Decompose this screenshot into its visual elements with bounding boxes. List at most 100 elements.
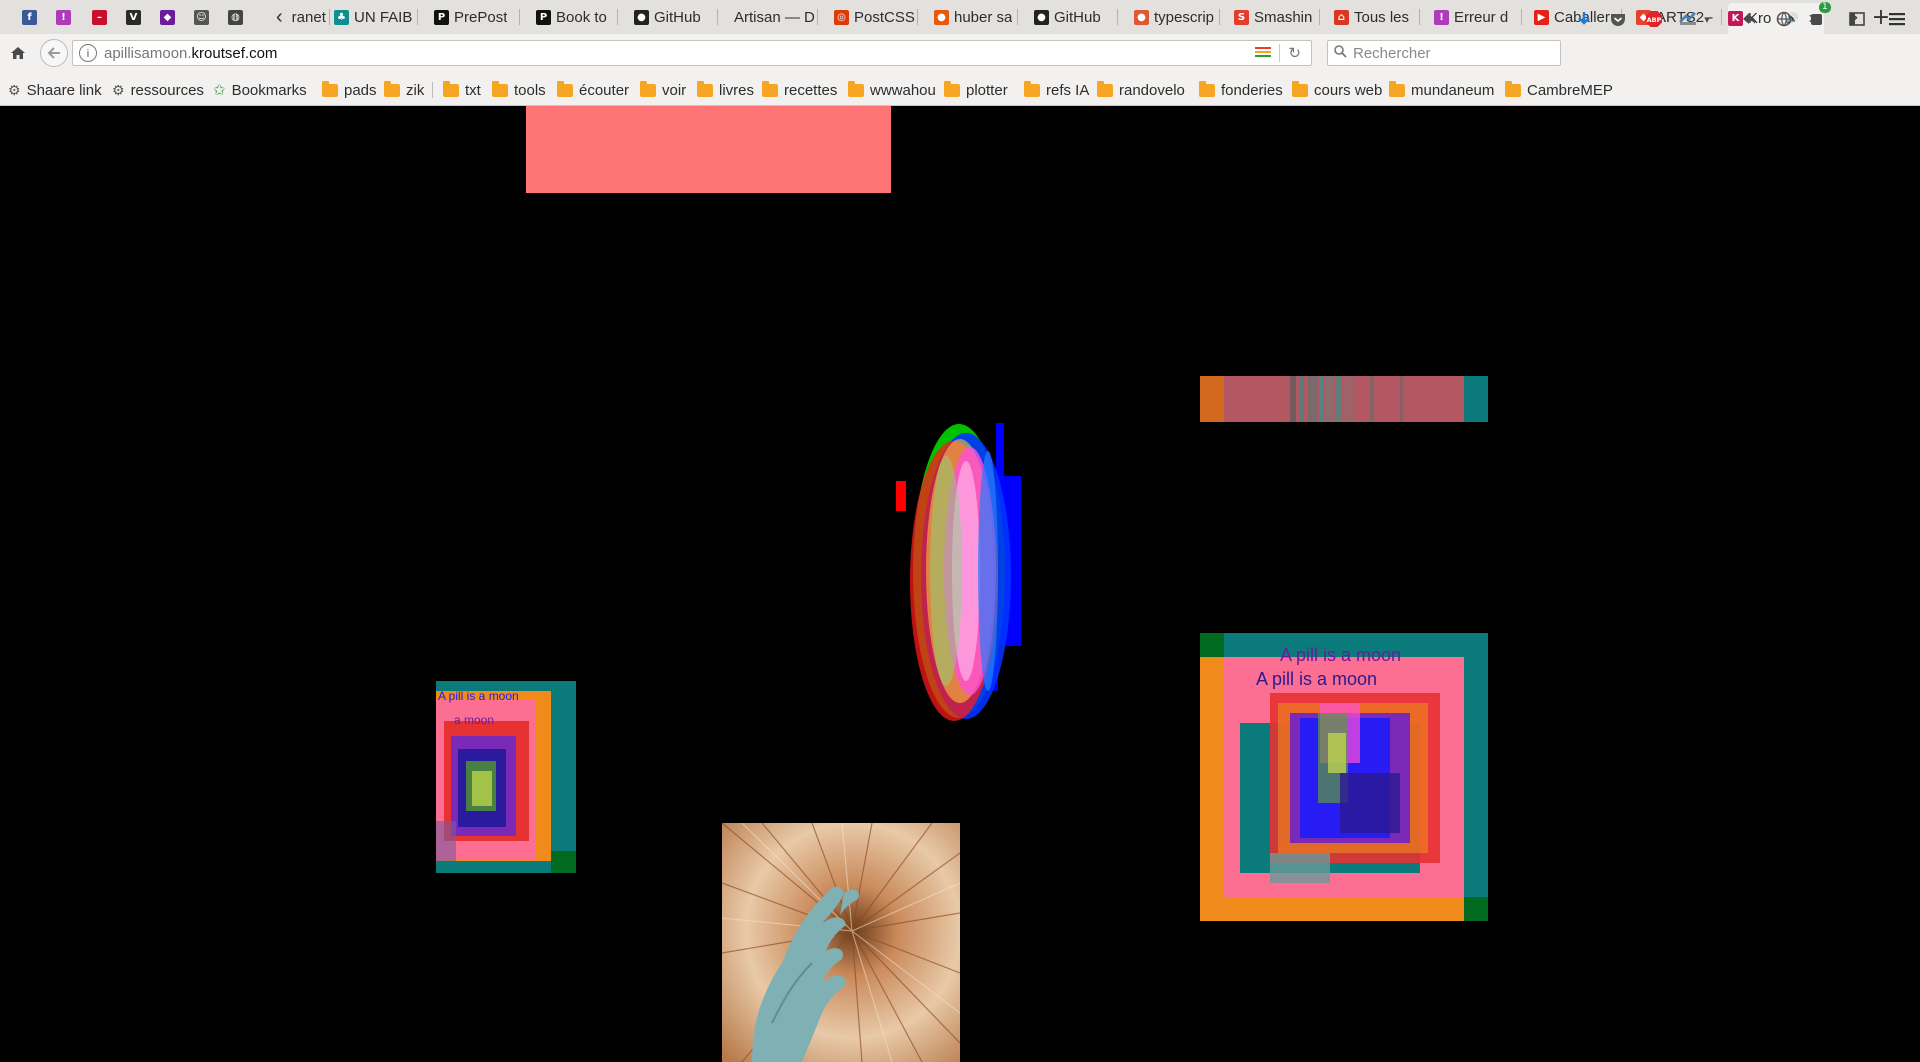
url-prefix: apillisamoon.	[104, 44, 192, 62]
share-icon[interactable]	[1738, 6, 1760, 32]
folder-icon	[322, 80, 338, 97]
download-icon[interactable]	[1573, 6, 1595, 32]
bookmark-item[interactable]: ✩ Bookmarks	[213, 81, 307, 100]
tab[interactable]: ◎ PostCSS	[834, 3, 918, 31]
tab[interactable]: ● huber sa	[934, 3, 1018, 31]
tab[interactable]: P Book to	[536, 3, 618, 31]
chevron-down-icon[interactable]: ▾	[1700, 6, 1714, 32]
separator	[1279, 44, 1281, 62]
bookmark-item[interactable]: mundaneum	[1389, 80, 1495, 99]
bookmark-item[interactable]: CambreMEP	[1505, 80, 1613, 99]
bookmark-item[interactable]: tools	[492, 80, 546, 99]
tab[interactable]: S Smashin	[1234, 3, 1320, 31]
robot-icon: ☺	[194, 9, 209, 25]
glitch-strip	[1200, 376, 1488, 422]
tab-bar: f! – V ◆ ☺ ◍ ‹ ranet ♣ UN FAIB P PrePost P Book to ● Gi…	[0, 0, 1920, 34]
notification-icon[interactable]: 1	[1807, 2, 1831, 32]
tab-title: UN FAIB	[354, 8, 413, 26]
tab[interactable]: Artisan — D	[734, 3, 818, 31]
smashing-icon: S	[1234, 9, 1249, 25]
folder-icon	[384, 80, 400, 97]
tab[interactable]: ⌂ Tous les	[1334, 3, 1420, 31]
bookmark-item[interactable]: cours web	[1292, 80, 1382, 99]
extension-icon[interactable]	[1677, 6, 1699, 32]
folder-icon	[1199, 80, 1215, 97]
site-info-icon[interactable]: i	[79, 44, 97, 62]
tab-title: Tous les	[1354, 8, 1410, 26]
bookmark-label: mundaneum	[1411, 81, 1495, 99]
v-icon: V	[126, 9, 141, 25]
bookmark-label: wwwahou	[870, 81, 936, 99]
bookmark-label: ressources	[130, 81, 204, 99]
tab[interactable]: ● typescrip	[1134, 3, 1220, 31]
reader-view-icon[interactable]	[1255, 47, 1272, 59]
bookmark-label: voir	[662, 81, 687, 99]
pill-graphic	[896, 421, 1026, 721]
circle-icon: ●	[934, 9, 949, 25]
pocket-icon[interactable]	[1607, 6, 1629, 32]
bookmarks-toolbar: ⚙ Shaare link ⚙ ressources ✩ Bookmarks pads zik…	[0, 74, 1920, 106]
duckduckgo-icon: ●	[1134, 9, 1149, 25]
bookmark-item[interactable]: ⚙ Shaare link	[8, 81, 102, 99]
tab[interactable]: ‹ ranet	[276, 3, 330, 31]
bookmark-label: pads	[344, 81, 377, 99]
search-placeholder: Rechercher	[1353, 44, 1431, 62]
bookmark-item[interactable]: wwwahou	[848, 80, 936, 99]
bookmark-item[interactable]: zik	[384, 80, 424, 99]
tab[interactable]: ☺	[194, 3, 212, 31]
bookmark-item[interactable]: ⚙ ressources	[112, 81, 204, 99]
tab[interactable]: ◍	[228, 3, 246, 31]
bookmark-item[interactable]: recettes	[762, 80, 837, 99]
github-icon: ●	[1034, 9, 1049, 25]
folder-icon	[1024, 80, 1040, 97]
browser-chrome: f! – V ◆ ☺ ◍ ‹ ranet ♣ UN FAIB P PrePost P Book to ● Gi…	[0, 0, 1920, 106]
bookmark-item[interactable]: randovelo	[1097, 80, 1185, 99]
bookmark-item[interactable]: pads	[322, 80, 377, 99]
tab[interactable]: f	[22, 3, 40, 31]
sidebar-icon[interactable]	[1846, 6, 1868, 32]
search-icon	[1334, 44, 1347, 62]
diamond-icon: ◆	[160, 9, 175, 25]
bookmark-label: CambreMEP	[1527, 81, 1613, 99]
bookmark-item[interactable]: fonderies	[1199, 80, 1283, 99]
tab[interactable]: ◆	[160, 3, 178, 31]
tab[interactable]: ! Erreur d	[1434, 3, 1522, 31]
globe-icon[interactable]	[1773, 6, 1795, 32]
exclamation-icon: !	[1434, 9, 1449, 25]
bookmark-item[interactable]: plotter	[944, 80, 1008, 99]
adblock-icon[interactable]: ABP	[1643, 6, 1665, 32]
folder-icon	[640, 80, 656, 97]
tab[interactable]: V	[126, 3, 144, 31]
bookmark-label: plotter	[966, 81, 1008, 99]
tab[interactable]: ♣ UN FAIB	[334, 3, 418, 31]
folder-icon	[944, 80, 960, 97]
tab[interactable]: !	[56, 3, 74, 31]
bookmark-item[interactable]: écouter	[557, 80, 629, 99]
tree-icon: ♣	[334, 9, 349, 25]
folder-icon	[1097, 80, 1113, 97]
home-icon[interactable]	[6, 40, 30, 66]
chevron-left-icon[interactable]: ‹	[276, 6, 283, 29]
tab-title: Erreur d	[1454, 8, 1509, 26]
url-domain: kroutsef.com	[191, 44, 278, 62]
bookmark-item[interactable]: refs IA	[1024, 80, 1089, 99]
back-arrow-icon[interactable]	[40, 39, 68, 67]
search-bar[interactable]: Rechercher	[1327, 40, 1561, 66]
pill-text-small: A pill is a moon	[438, 689, 519, 703]
bookmark-label: tools	[514, 81, 546, 99]
bookmark-item[interactable]: txt	[443, 80, 481, 99]
folder-icon	[557, 80, 573, 97]
bookmark-label: Shaare link	[26, 81, 102, 99]
svg-text:ABP: ABP	[1647, 16, 1662, 24]
tab[interactable]: ● GitHub	[634, 3, 718, 31]
tab-title: PostCSS	[854, 8, 915, 26]
tab[interactable]: P PrePost	[434, 3, 520, 31]
bookmark-item[interactable]: voir	[640, 80, 687, 99]
tab[interactable]: ● GitHub	[1034, 3, 1118, 31]
tab[interactable]: –	[92, 3, 110, 31]
folder-icon	[492, 80, 508, 97]
url-bar[interactable]: i apillisamoon. kroutsef.com ↻	[72, 40, 1312, 66]
bookmark-item[interactable]: livres	[697, 80, 754, 99]
menu-icon[interactable]	[1886, 6, 1908, 32]
reload-icon[interactable]: ↻	[1288, 44, 1301, 62]
